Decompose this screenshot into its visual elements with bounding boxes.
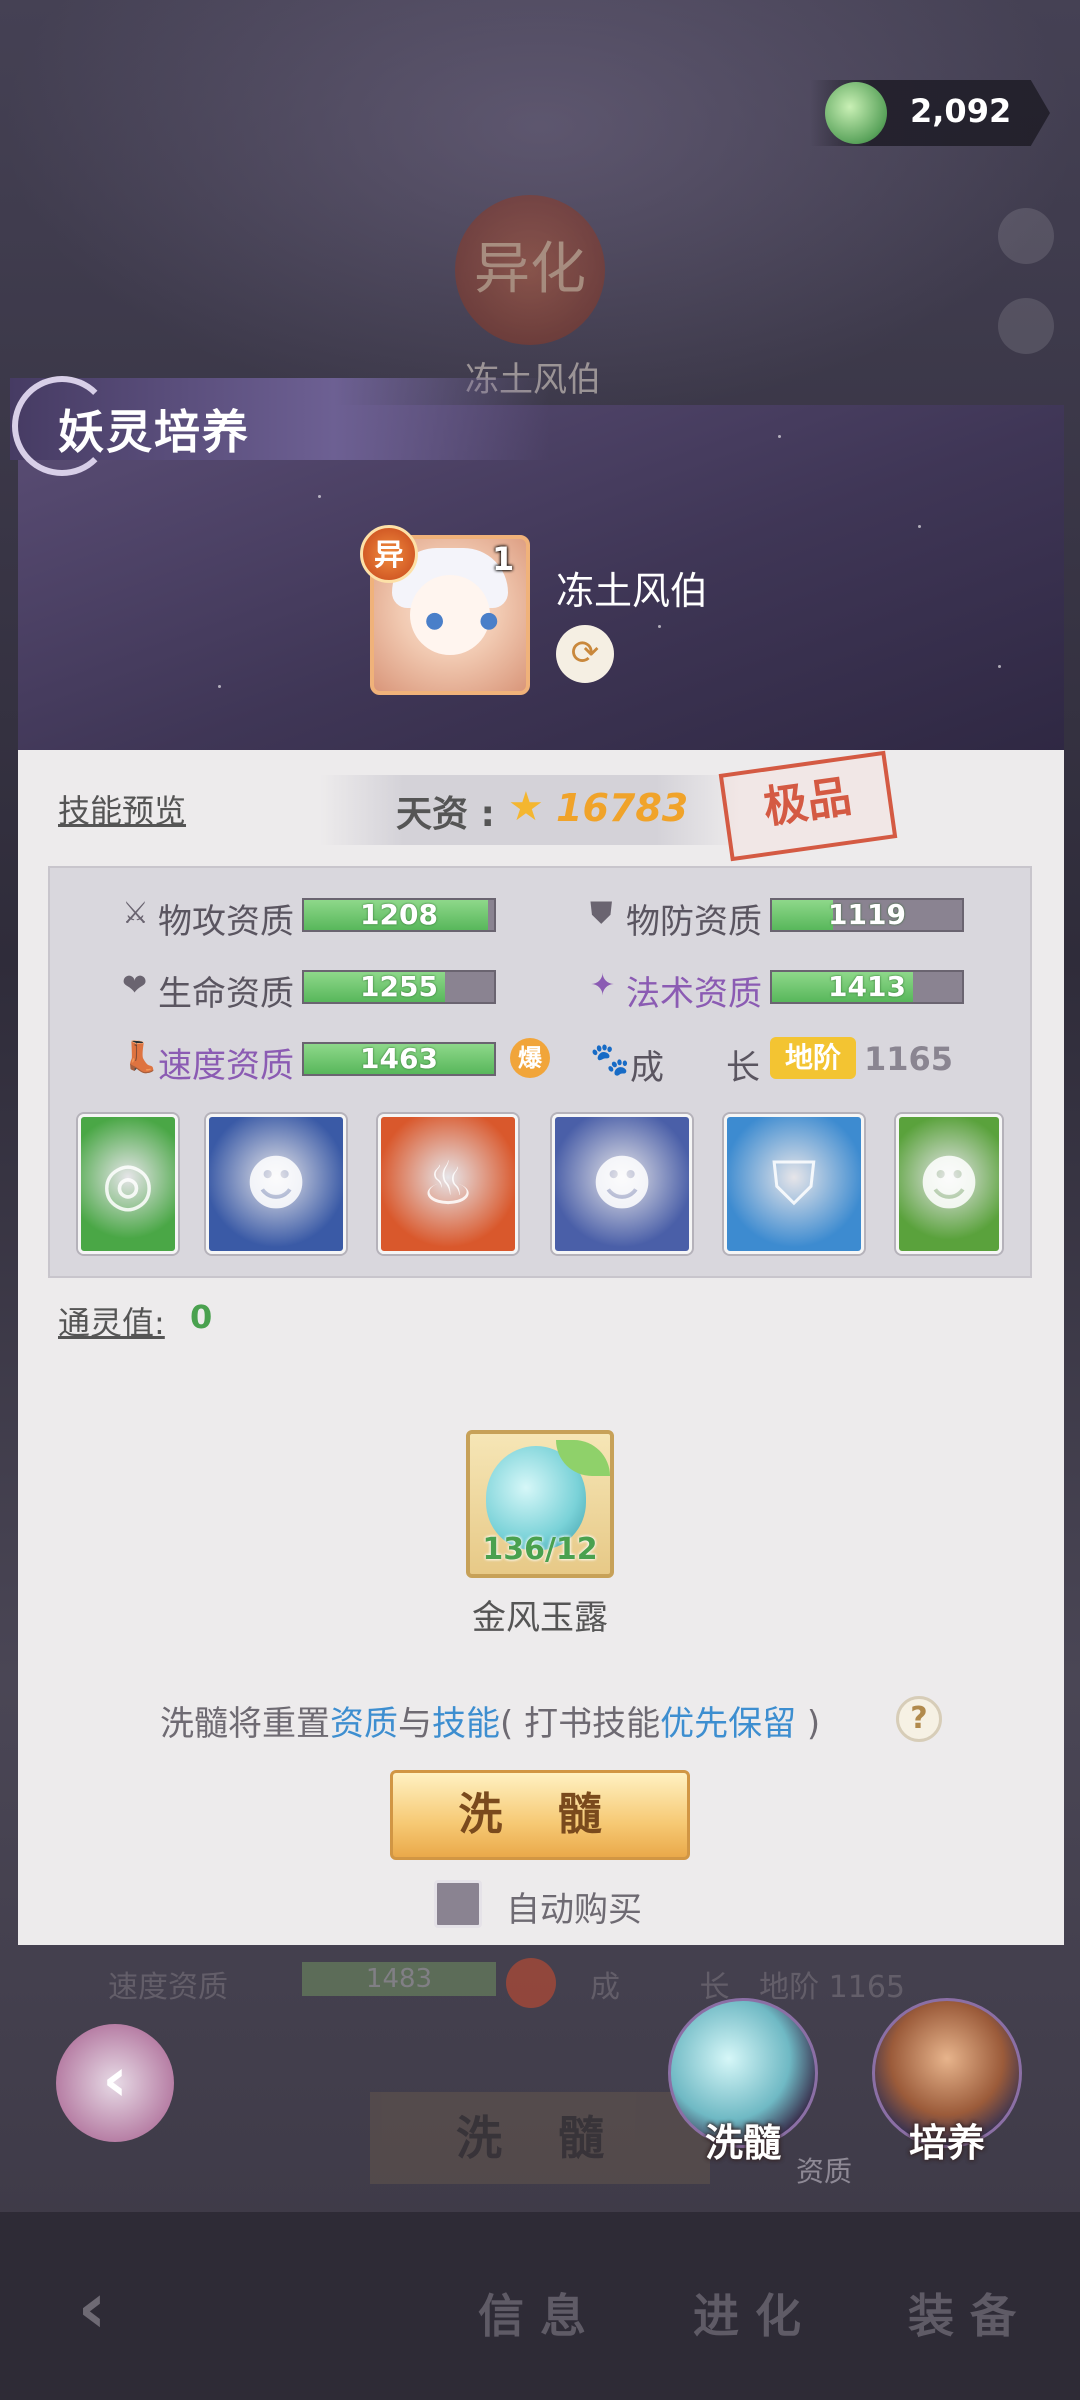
tab-equip[interactable]: 装备: [870, 2280, 1070, 2346]
burst-badge: 爆: [510, 1038, 550, 1078]
notice-text-1: 洗髓将重置: [160, 1704, 330, 1744]
stat-value: 1208: [360, 898, 438, 931]
growth-value: 1165: [864, 1040, 954, 1078]
reset-notice: 洗髓将重置资质与技能( 打书技能优先保留 ): [160, 1696, 820, 1745]
notice-text-3: ( 打书技能: [500, 1704, 661, 1744]
notice-text-2: 与: [398, 1704, 432, 1744]
swap-pet-button[interactable]: ⟳: [556, 625, 614, 683]
back-arrow-icon: ‹: [102, 2045, 128, 2115]
auto-buy-label[interactable]: 自动购买: [506, 1882, 642, 1931]
notice-highlight-aptitude: 资质: [330, 1704, 398, 1744]
background-speed-bar: 1483: [302, 1962, 496, 1996]
growth-label: 成: [630, 1048, 664, 1088]
pet-name: 冻土风伯: [556, 569, 709, 613]
stat-label: 物攻资质: [158, 902, 294, 942]
stat-value: 1413: [828, 970, 906, 1003]
sword-icon: ⚔: [122, 896, 149, 931]
magic-icon: ✦: [590, 968, 616, 1003]
tab-info[interactable]: 信息: [440, 2280, 640, 2346]
stat-bar: 1255: [302, 970, 496, 1004]
heart-icon: ❤: [122, 968, 148, 1003]
background-wash-button: 洗 髓: [370, 2092, 710, 2184]
currency-value: 2,092: [910, 92, 1012, 130]
stat-value: 1463: [360, 1042, 438, 1075]
background-growth-value: 1165: [828, 1970, 905, 2005]
growth-label-2: 长: [726, 1048, 760, 1088]
wind-spiral-skill-icon[interactable]: ◎: [78, 1114, 178, 1254]
wash-tab-label: 洗髓: [704, 2121, 781, 2165]
skill-glyph: ♨: [421, 1149, 475, 1219]
skill-glyph: ☻: [244, 1149, 308, 1219]
ice-shield-skill-icon[interactable]: ⛉: [724, 1114, 864, 1254]
growth-tier-badge: 地阶: [770, 1037, 856, 1079]
background-growth-tier: 地阶: [759, 1970, 820, 2005]
pet-level: 1: [492, 540, 515, 578]
shadow-cat-skill-icon[interactable]: ☻: [206, 1114, 346, 1254]
tongling-label[interactable]: 通灵值:: [58, 1298, 165, 1344]
item-name: 金风玉露: [472, 1598, 608, 1638]
stat-value: 1119: [828, 898, 906, 931]
mutation-emblem: 异化: [455, 195, 605, 345]
stat-bar: 1463: [302, 1042, 496, 1076]
stat-bar: 1413: [770, 970, 964, 1004]
skill-glyph: ◎: [101, 1149, 155, 1219]
star-icon: ★: [508, 784, 544, 830]
mutation-badge: 异: [360, 525, 418, 583]
brush-icon[interactable]: [998, 298, 1054, 354]
lock-icon[interactable]: [998, 208, 1054, 264]
skill-glyph: ☻: [590, 1149, 654, 1219]
skill-preview-link[interactable]: 技能预览: [58, 786, 186, 832]
auto-buy-checkbox[interactable]: [434, 1880, 482, 1928]
background-speed-label: 速度资质: [108, 1970, 228, 2005]
ghost-cat-skill-icon[interactable]: ☻: [552, 1114, 692, 1254]
train-tab-label: 培养: [908, 2121, 985, 2165]
stat-label: 速度资质: [158, 1046, 294, 1086]
paw-icon: 🐾: [590, 1040, 630, 1078]
background-growth-label: 成: [590, 1970, 620, 2005]
stat-bar: 1208: [302, 898, 496, 932]
wash-button[interactable]: 洗 髓: [390, 1770, 690, 1860]
item-count: 136/12: [482, 1532, 598, 1567]
help-button[interactable]: ?: [896, 1696, 942, 1742]
stat-label: 物防资质: [626, 902, 762, 942]
stat-bar: 1119: [770, 898, 964, 932]
tongling-value: 0: [190, 1298, 213, 1336]
skill-glyph: ⛉: [771, 1149, 817, 1219]
poison-cat-skill-icon[interactable]: ☻: [896, 1114, 1002, 1254]
pet-eyes: ● ●: [425, 608, 513, 633]
shield-icon: ⛊: [590, 896, 613, 931]
tab-evolve[interactable]: 进化: [655, 2280, 855, 2346]
modal-title: 妖灵培养: [58, 405, 250, 459]
notice-highlight-priority: 优先保留: [660, 1704, 797, 1744]
skill-glyph: ☻: [917, 1149, 981, 1219]
notice-text-4: ): [796, 1704, 821, 1744]
stat-label: 法术资质: [626, 974, 762, 1014]
notice-highlight-skill: 技能: [432, 1704, 500, 1744]
nav-back-icon[interactable]: ‹: [50, 2266, 134, 2350]
fire-spirit-skill-icon[interactable]: ♨: [378, 1114, 518, 1254]
aptitude-label: 天资 :: [396, 794, 495, 835]
jade-coin-icon: [825, 82, 887, 144]
stat-value: 1255: [360, 970, 438, 1003]
boot-icon: 👢: [122, 1040, 160, 1075]
background-badge: [506, 1958, 556, 2008]
stat-label: 生命资质: [158, 974, 294, 1014]
aptitude-value: 16783: [556, 786, 689, 830]
